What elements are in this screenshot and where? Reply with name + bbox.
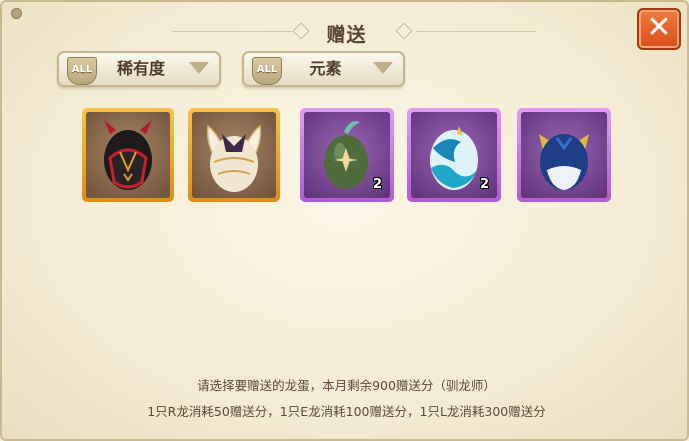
rarity-filter-dropdown[interactable]: ALL 稀有度: [57, 51, 221, 87]
egg-slot[interactable]: 2: [300, 108, 394, 202]
egg-slot-inner: [521, 112, 607, 198]
navy-gold-egg-icon: [539, 134, 589, 190]
rarity-filter-label: 稀有度: [116, 59, 165, 78]
close-icon: ✕: [646, 10, 672, 45]
close-button[interactable]: ✕: [637, 8, 681, 50]
corner-rivet: [11, 8, 22, 19]
egg-slot[interactable]: [82, 108, 174, 202]
gift-instruction-text: 请选择要赠送的龙蛋，本月剩余900赠送分（驯龙师）: [197, 378, 496, 393]
element-filter-label: 元素: [309, 59, 342, 78]
dialog-title: 赠送: [326, 24, 367, 46]
egg-slot-inner: [192, 112, 276, 198]
gift-dialog: 赠送 ✕ ALL 稀有度 ALL 元素 2 2 请选择要赠送的龙蛋，本月剩余90…: [0, 0, 689, 441]
chevron-down-icon: [189, 62, 209, 74]
all-badge-icon: ALL: [252, 57, 282, 85]
egg-slot-inner: 2: [304, 112, 390, 198]
egg-count: 2: [479, 177, 489, 192]
all-badge-icon: ALL: [67, 57, 97, 85]
egg-slot-inner: 2: [411, 112, 497, 198]
dark-red-horned-egg-icon: [104, 120, 152, 190]
egg-slot[interactable]: 2: [407, 108, 501, 202]
egg-slot-inner: [86, 112, 170, 198]
gift-cost-text: 1只R龙消耗50赠送分，1只E龙消耗100赠送分，1只L龙消耗300赠送分: [147, 404, 546, 419]
egg-slot[interactable]: [188, 108, 280, 202]
element-filter-dropdown[interactable]: ALL 元素: [242, 51, 405, 87]
white-gold-winged-egg-icon: [206, 124, 262, 192]
chevron-down-icon: [373, 62, 393, 74]
egg-count: 2: [372, 177, 382, 192]
egg-slot[interactable]: [517, 108, 611, 202]
